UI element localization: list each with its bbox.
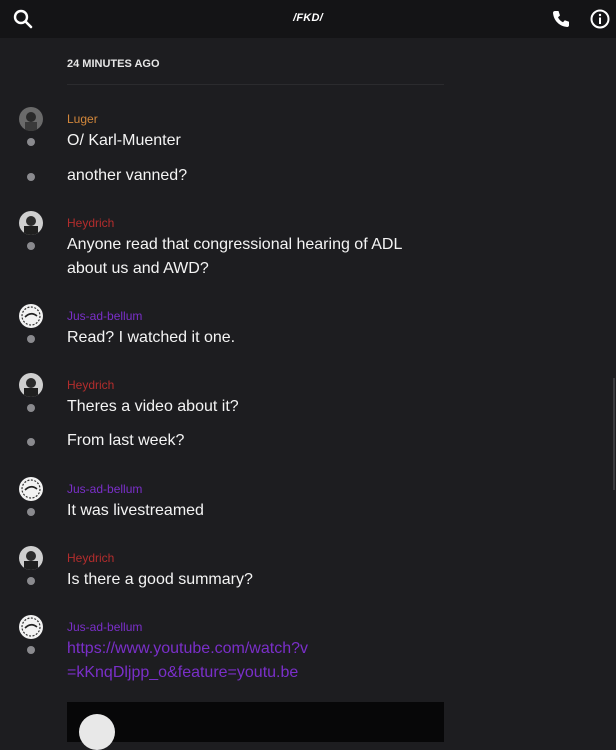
- message-text: another vanned?: [67, 167, 188, 184]
- message-dot: [27, 404, 35, 412]
- scrollbar[interactable]: [613, 378, 615, 490]
- avatar-heydrich[interactable]: [19, 546, 43, 570]
- message-link[interactable]: https://www.youtube.com/watch?v=kKnqDljp…: [67, 637, 317, 685]
- message-dot: [27, 508, 35, 516]
- avatar-jus-ad-bellum[interactable]: [19, 304, 43, 328]
- link-embed-preview[interactable]: [67, 702, 444, 750]
- avatar-heydrich[interactable]: [19, 211, 43, 235]
- avatar-image: [19, 304, 43, 328]
- avatar-luger[interactable]: [19, 107, 43, 131]
- avatar-image: [19, 477, 43, 501]
- message-dot: [27, 335, 35, 343]
- message-dot: [27, 646, 35, 654]
- message-dot: [27, 138, 35, 146]
- avatar-jus-ad-bellum[interactable]: [19, 477, 43, 501]
- message-timestamp: 24 MINUTES AGO: [67, 58, 160, 70]
- message-text: It was livestreamed: [67, 502, 204, 519]
- message-text: Read? I watched it one.: [67, 329, 236, 346]
- author-name[interactable]: Heydrich: [67, 378, 114, 392]
- author-name[interactable]: Jus-ad-bellum: [67, 482, 142, 496]
- embed-thumbnail: [79, 714, 115, 750]
- message-text: From last week?: [67, 432, 185, 449]
- author-name[interactable]: Heydrich: [67, 216, 114, 230]
- avatar-image: [19, 211, 43, 235]
- avatar-jus-ad-bellum[interactable]: [19, 615, 43, 639]
- divider: [67, 84, 444, 85]
- top-bar: /FKD/: [0, 0, 616, 38]
- avatar-image: [19, 107, 43, 131]
- info-icon[interactable]: [589, 8, 611, 30]
- author-name[interactable]: Jus-ad-bellum: [67, 309, 142, 323]
- message-text: Theres a video about it?: [67, 398, 239, 415]
- message-dot: [27, 438, 35, 446]
- message-text: Is there a good summary?: [67, 571, 253, 588]
- message-dot: [27, 577, 35, 585]
- avatar-image: [19, 373, 43, 397]
- avatar-heydrich[interactable]: [19, 373, 43, 397]
- avatar-image: [19, 615, 43, 639]
- phone-icon[interactable]: [550, 8, 572, 30]
- channel-title: /FKD/: [293, 12, 323, 24]
- avatar-image: [19, 546, 43, 570]
- message-dot: [27, 242, 35, 250]
- message-text: O/ Karl-Muenter: [67, 132, 181, 149]
- author-name[interactable]: Jus-ad-bellum: [67, 620, 142, 634]
- author-name[interactable]: Heydrich: [67, 551, 114, 565]
- message-dot: [27, 173, 35, 181]
- message-text: Anyone read that congressional hearing o…: [67, 236, 402, 277]
- author-name[interactable]: Luger: [67, 112, 98, 126]
